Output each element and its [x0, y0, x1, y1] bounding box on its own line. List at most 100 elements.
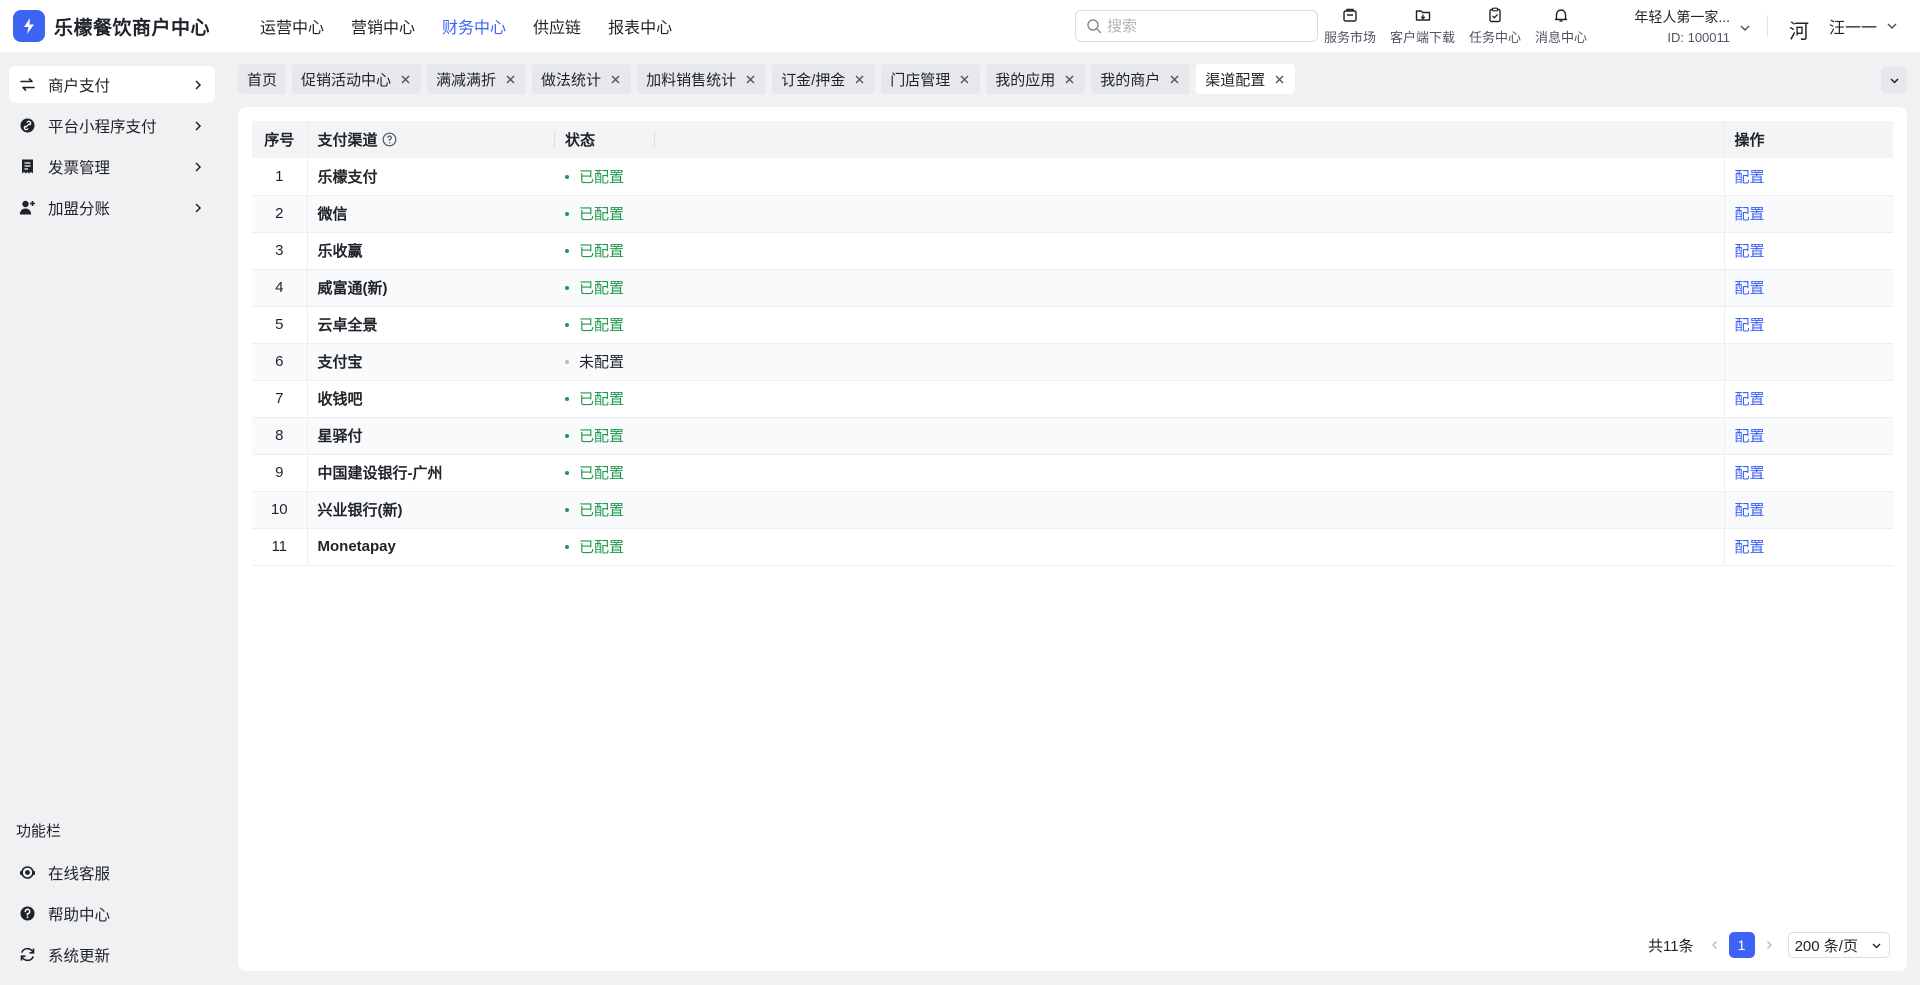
chevron-down-icon [1887, 23, 1897, 30]
column-resizer[interactable] [654, 131, 655, 148]
topnav-item-supply-chain[interactable]: 供应链 [533, 14, 581, 38]
search-box[interactable] [1075, 10, 1318, 42]
cell-channel: 支付宝 [306, 343, 555, 381]
status-badge: 已配置 [565, 425, 624, 446]
cell-index: 1 [252, 158, 307, 196]
cell-index: 10 [252, 491, 307, 529]
cell-index: 6 [252, 343, 307, 381]
sidebar-item-help-center[interactable]: 帮助中心 [9, 895, 215, 932]
sidebar-item-label: 帮助中心 [48, 906, 111, 924]
sidebar-item-mini-program-payment[interactable]: 平台小程序支付 [9, 107, 215, 144]
configure-link[interactable]: 配置 [1735, 317, 1765, 334]
sidebar-item-system-update[interactable]: 系统更新 [9, 936, 215, 973]
sidebar-item-invoice-management[interactable]: 发票管理 [9, 148, 215, 185]
client-download-button[interactable]: 客户端下载 [1390, 6, 1455, 46]
configure-link[interactable]: 配置 [1735, 243, 1765, 260]
tab-home[interactable]: 首页 [238, 64, 287, 94]
close-icon[interactable] [1168, 73, 1181, 86]
prev-page-button[interactable] [1704, 932, 1726, 958]
tab-channel-config[interactable]: 渠道配置 [1196, 64, 1296, 94]
account-switcher[interactable]: 年轻人第一家... ID: 100011 [1618, 7, 1758, 45]
service-market-button[interactable]: 服务市场 [1324, 6, 1376, 46]
close-icon[interactable] [744, 73, 757, 86]
tab-label: 渠道配置 [1205, 71, 1266, 89]
search-input[interactable] [1107, 17, 1297, 35]
cell-index: 2 [252, 195, 307, 233]
account-id: ID: 100011 [1667, 30, 1730, 45]
question-circle-icon[interactable] [382, 132, 397, 147]
tab-deposit[interactable]: 订金/押金 [772, 64, 876, 94]
cell-channel: 乐檬支付 [306, 158, 555, 196]
sidebar-item-online-service[interactable]: 在线客服 [9, 854, 215, 891]
table-row: 9 中国建设银行-广州 已配置 配置 [252, 454, 1893, 492]
avatar[interactable]: 河 [1782, 12, 1816, 46]
chevron-right-icon [195, 120, 202, 131]
page-size-value: 200 条/页 [1794, 937, 1858, 955]
table-row: 4 威富通(新) 已配置 配置 [252, 269, 1893, 307]
status-badge: 已配置 [565, 240, 624, 261]
tab-my-apps[interactable]: 我的应用 [986, 64, 1086, 94]
close-icon[interactable] [958, 73, 971, 86]
close-icon[interactable] [1273, 73, 1286, 86]
brand-logo[interactable]: 乐檬餐饮商户中心 [13, 10, 235, 42]
topnav-item-operations[interactable]: 运营中心 [260, 14, 324, 38]
next-page-button[interactable] [1758, 932, 1780, 958]
cell-status: 已配置 [555, 269, 1724, 307]
tabs-more-button[interactable] [1881, 67, 1907, 93]
configure-link[interactable]: 配置 [1735, 539, 1765, 556]
close-icon[interactable] [399, 73, 412, 86]
tab-promotion-center[interactable]: 促销活动中心 [292, 64, 422, 94]
cell-channel: 微信 [306, 195, 555, 233]
pagination: 共11条 1 200 条/页 [1648, 932, 1890, 958]
brand-name: 乐檬餐饮商户中心 [54, 17, 211, 39]
configure-link[interactable]: 配置 [1735, 428, 1765, 445]
cell-status: 已配置 [555, 158, 1724, 196]
cell-status: 已配置 [555, 380, 1724, 418]
tab-label: 促销活动中心 [301, 71, 392, 89]
table-row: 3 乐收赢 已配置 配置 [252, 232, 1893, 270]
column-header-action: 操作 [1723, 121, 1893, 158]
cell-status: 已配置 [555, 528, 1724, 566]
close-icon[interactable] [1063, 73, 1076, 86]
function-bar-title: 功能栏 [16, 823, 62, 840]
configure-link[interactable]: 配置 [1735, 502, 1765, 519]
topnav-item-finance[interactable]: 财务中心 [442, 14, 506, 38]
tab-label: 订金/押金 [781, 71, 846, 89]
tab-full-discount[interactable]: 满减满折 [427, 64, 527, 94]
top-nav: 运营中心 营销中心 财务中心 供应链 报表中心 [260, 14, 699, 38]
sidebar-item-merchant-payment[interactable]: 商户支付 [9, 66, 215, 103]
sidebar-item-label: 系统更新 [48, 947, 111, 965]
task-center-button[interactable]: 任务中心 [1469, 6, 1521, 46]
account-name: 年轻人第一家... [1634, 9, 1730, 25]
table-row: 2 微信 已配置 配置 [252, 195, 1893, 233]
tab-store-management[interactable]: 门店管理 [881, 64, 981, 94]
service-market-label: 服务市场 [1324, 30, 1377, 45]
configure-link[interactable]: 配置 [1735, 465, 1765, 482]
topnav-item-reports[interactable]: 报表中心 [608, 14, 672, 38]
status-badge: 已配置 [565, 462, 624, 483]
tab-label: 首页 [247, 71, 278, 89]
cell-action: 配置 [1723, 306, 1893, 344]
close-icon[interactable] [504, 73, 517, 86]
tab-my-merchants[interactable]: 我的商户 [1091, 64, 1191, 94]
cell-status: 已配置 [555, 454, 1724, 492]
table-row: 7 收钱吧 已配置 配置 [252, 380, 1893, 418]
close-icon[interactable] [853, 73, 866, 86]
page-size-select[interactable]: 200 条/页 [1787, 932, 1890, 958]
configure-link[interactable]: 配置 [1735, 391, 1765, 408]
configure-link[interactable]: 配置 [1735, 206, 1765, 223]
page-number-current[interactable]: 1 [1728, 932, 1755, 958]
cell-action: 配置 [1723, 528, 1893, 566]
topnav-item-marketing[interactable]: 营销中心 [351, 14, 415, 38]
cell-channel: 兴业银行(新) [306, 491, 555, 529]
message-center-button[interactable]: 消息中心 [1535, 6, 1587, 46]
cell-action: 配置 [1723, 232, 1893, 270]
configure-link[interactable]: 配置 [1735, 169, 1765, 186]
sidebar-item-franchise-split[interactable]: 加盟分账 [9, 189, 215, 226]
configure-link[interactable]: 配置 [1735, 280, 1765, 297]
tab-addon-sales-stats[interactable]: 加料销售统计 [637, 64, 767, 94]
close-icon[interactable] [609, 73, 622, 86]
user-menu[interactable]: 汪一一 [1829, 14, 1899, 38]
tab-method-stats[interactable]: 做法统计 [532, 64, 632, 94]
cell-action: 配置 [1723, 269, 1893, 307]
